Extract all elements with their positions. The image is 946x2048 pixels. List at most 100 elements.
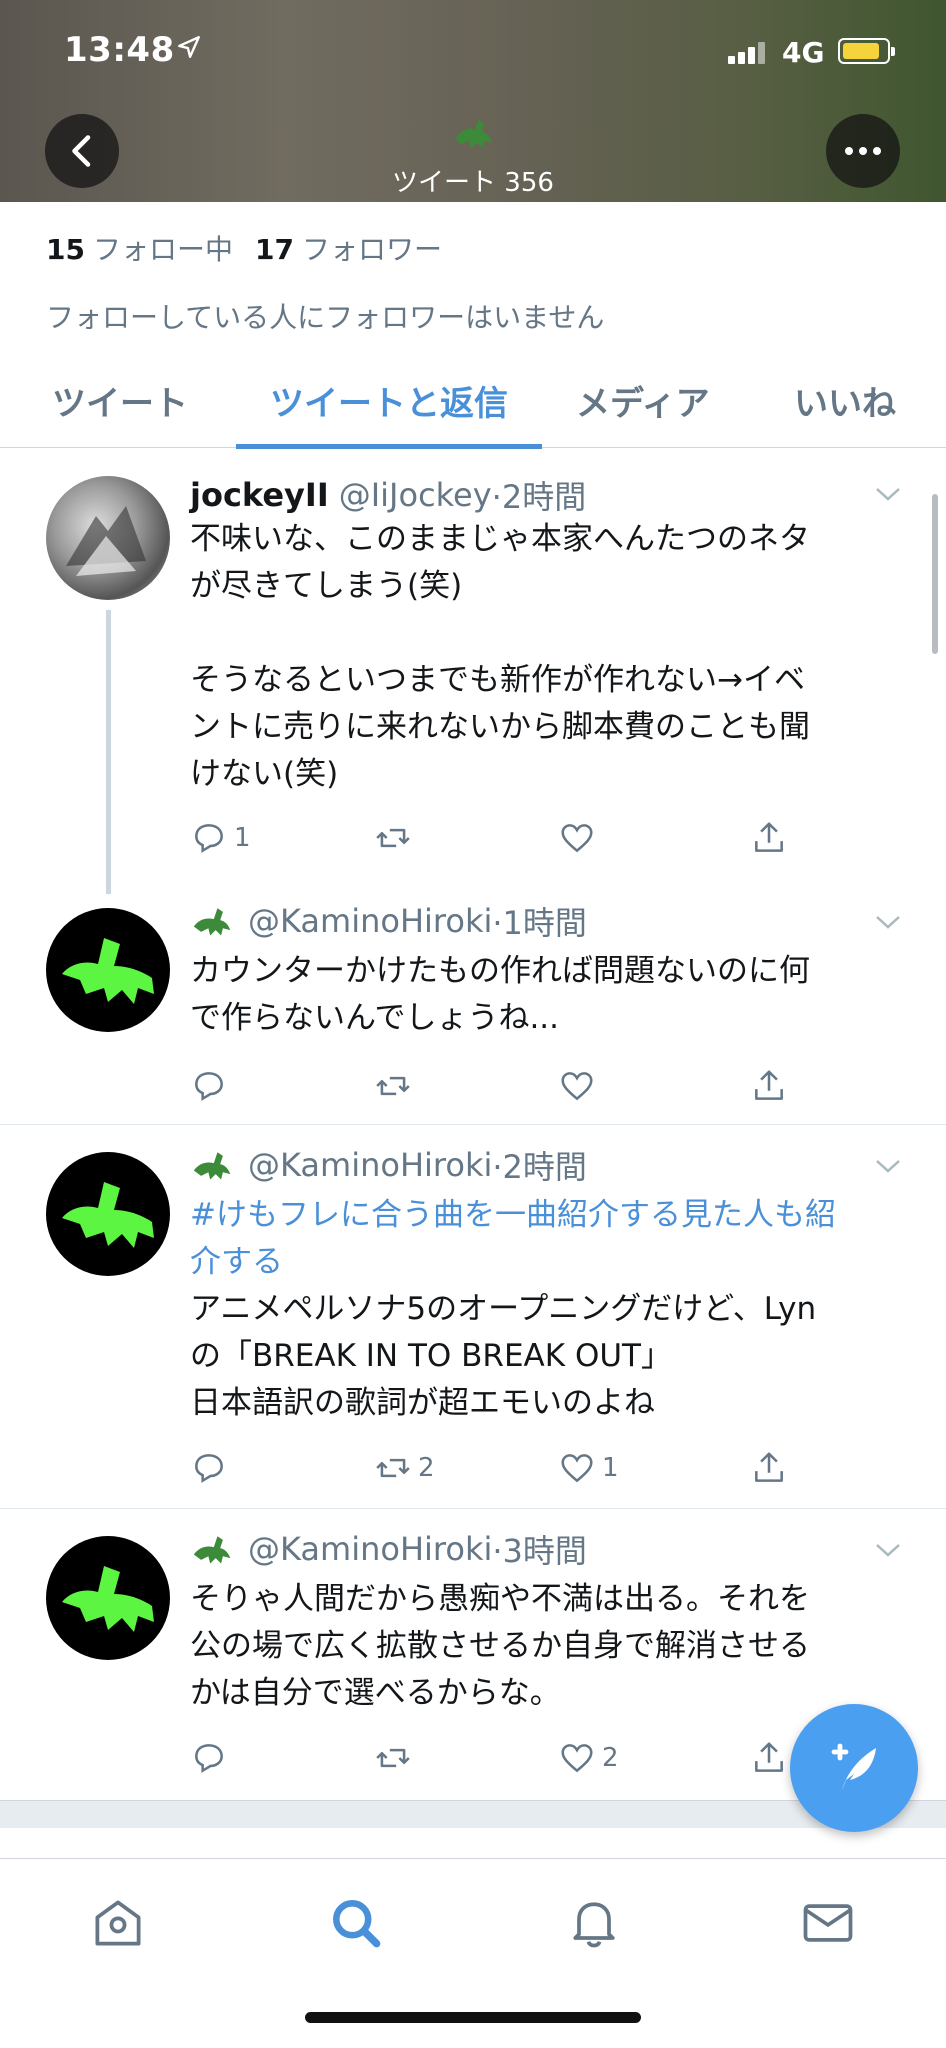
tweet-actions [190, 1064, 890, 1108]
header-title: ツイート 356 [0, 110, 946, 199]
user-handle[interactable]: @KaminoHiroki [248, 1146, 492, 1184]
tab-media[interactable]: メディア [576, 376, 710, 425]
share-icon [755, 822, 783, 852]
profile-tabs: ツイート ツイートと返信 メディア いいね [0, 360, 946, 449]
like-button[interactable] [558, 1064, 596, 1108]
thread-line [106, 610, 111, 894]
tweet-time: ·2時間 [492, 1148, 587, 1186]
followers-count[interactable]: 17 [255, 233, 294, 266]
profile-mini-avatar-icon [193, 908, 231, 936]
retweet-button[interactable]: 2 [374, 1446, 435, 1490]
tweet-text-block: #けもフレに合う曲を一曲紹介する見た人も紹 介する アニメペルソナ5のオープニン… [190, 1192, 910, 1427]
followers-you-know-note: フォローしている人にフォロワーはいません [46, 301, 605, 334]
like-icon [561, 1454, 593, 1483]
reply-button[interactable] [190, 1064, 228, 1108]
scrollbar[interactable] [932, 494, 938, 654]
profile-mini-avatar-icon [193, 1536, 231, 1564]
like-button[interactable]: 2 [558, 1736, 619, 1780]
profile-mini-avatar-icon [193, 1152, 231, 1180]
compose-icon [831, 1743, 876, 1790]
compose-tweet-button[interactable] [790, 1704, 918, 1832]
user-handle[interactable]: @IiJockey [339, 476, 492, 514]
tweet-actions: 2 [190, 1736, 890, 1780]
retweet-icon [376, 1748, 410, 1768]
tab-tweets[interactable]: ツイート [52, 376, 188, 425]
search-icon[interactable] [326, 1893, 386, 1953]
profile-mini-avatar-icon [455, 119, 493, 149]
display-name[interactable]: jockeyII [190, 476, 329, 514]
reply-count: 1 [234, 823, 251, 853]
like-icon [561, 1744, 593, 1773]
tweet-actions: 2 1 [190, 1446, 890, 1490]
user-handle[interactable]: @KaminoHiroki [248, 902, 492, 940]
reply-icon [195, 1454, 223, 1483]
like-button[interactable] [558, 816, 596, 860]
divider [0, 1124, 946, 1125]
tweet-time: ·2時間 [491, 478, 587, 516]
reply-icon [195, 1744, 223, 1773]
retweet-button[interactable] [374, 816, 412, 860]
divider [0, 1508, 946, 1509]
reply-icon [195, 824, 223, 853]
user-handle[interactable]: @KaminoHiroki [248, 1530, 492, 1568]
retweet-icon [376, 828, 410, 848]
reply-button[interactable]: 1 [190, 816, 251, 860]
tweet-header: @KaminoHiroki ·2時間 [190, 1142, 587, 1188]
home-icon[interactable] [88, 1893, 148, 1953]
followers-label[interactable]: フォロワー [302, 233, 442, 266]
reply-button[interactable] [190, 1736, 228, 1780]
tab-tweets-and-replies[interactable]: ツイートと返信 [270, 376, 508, 425]
tweet-time: ·1時間 [492, 904, 587, 942]
reply-icon [195, 1072, 223, 1101]
like-button[interactable]: 1 [558, 1446, 619, 1490]
tweet-header: jockeyII @IiJockey ·2時間 [190, 472, 586, 518]
retweet-icon [376, 1458, 410, 1478]
messages-icon[interactable] [798, 1893, 858, 1953]
tweet-header: @KaminoHiroki ·1時間 [190, 898, 587, 944]
chevron-down-icon[interactable] [874, 1158, 902, 1176]
share-button[interactable] [750, 816, 788, 860]
tweet-count: ツイート 356 [392, 168, 554, 198]
retweet-button[interactable] [374, 1064, 412, 1108]
retweet-button[interactable] [374, 1736, 412, 1780]
hashtag-link[interactable]: #けもフレに合う曲を一曲紹介する見た人も紹 介する [190, 1197, 836, 1280]
like-icon [561, 1072, 593, 1101]
like-count: 1 [602, 1453, 619, 1483]
tweet-text: アニメペルソナ5のオープニングだけど、Lyn の「BREAK IN TO BRE… [190, 1291, 817, 1421]
tweet-text: そりゃ人間だから愚痴や不満は出る。それを 公の場で広く拡散させるか自身で解消させ… [190, 1581, 810, 1711]
share-icon [755, 1070, 783, 1100]
following-count[interactable]: 15 [46, 233, 85, 266]
like-count: 2 [602, 1743, 619, 1773]
tab-likes[interactable]: いいね [794, 376, 896, 425]
share-icon [755, 1452, 783, 1482]
follow-stats: 15 フォロー中 17 フォロワー [46, 228, 442, 268]
chevron-down-icon[interactable] [874, 486, 902, 504]
network-label: 4G [782, 36, 825, 69]
chevron-down-icon[interactable] [874, 914, 902, 932]
avatar[interactable] [46, 476, 170, 600]
tweet-time: ·3時間 [492, 1532, 587, 1570]
notifications-icon[interactable] [564, 1893, 624, 1953]
avatar[interactable] [46, 908, 170, 1032]
share-button[interactable] [750, 1064, 788, 1108]
battery-icon [838, 38, 895, 64]
retweet-count: 2 [418, 1453, 435, 1483]
share-button[interactable] [750, 1446, 788, 1490]
tweet-text: カウンターかけたもの作れば問題ないのに何 で作らないんでしょうね... [190, 953, 810, 1036]
retweet-icon [376, 1076, 410, 1096]
avatar[interactable] [46, 1152, 170, 1276]
like-icon [561, 824, 593, 853]
chevron-down-icon[interactable] [874, 1542, 902, 1560]
home-indicator [305, 2012, 641, 2023]
following-label[interactable]: フォロー中 [93, 233, 233, 266]
avatar[interactable] [46, 1536, 170, 1660]
tweet-actions: 1 [190, 816, 890, 860]
reply-button[interactable] [190, 1446, 228, 1490]
signal-icon [728, 42, 770, 64]
share-button[interactable] [750, 1736, 788, 1780]
status-bar: 13:48 4G [0, 28, 946, 78]
tweet-header: @KaminoHiroki ·3時間 [190, 1526, 587, 1572]
active-tab-indicator [236, 444, 542, 449]
tweet-text: 不味いな、このままじゃ本家へんたつのネタ が尽きてしまう(笑) そうなるといつま… [190, 521, 810, 792]
location-arrow-icon [176, 34, 202, 67]
